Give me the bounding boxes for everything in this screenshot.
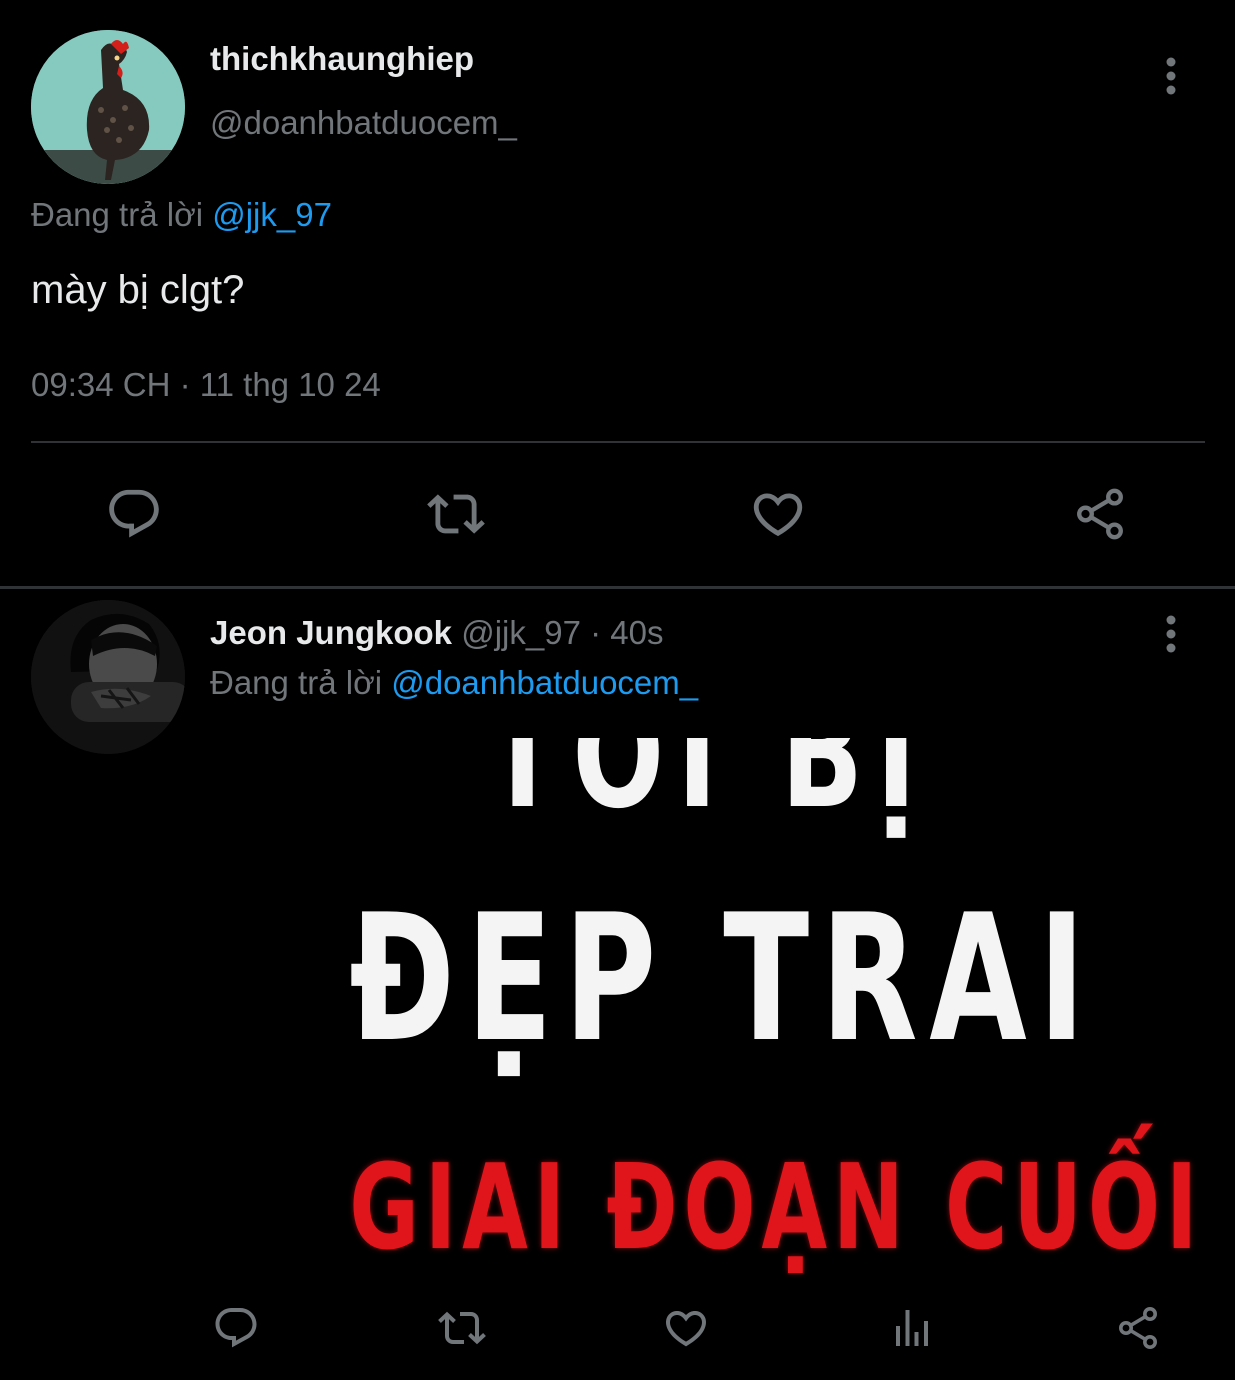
like-button[interactable] xyxy=(746,482,810,546)
replying-to-label: Đang trả lời xyxy=(210,664,383,701)
more-options-icon[interactable] xyxy=(1156,614,1186,654)
person-avatar-image xyxy=(31,600,185,754)
display-name[interactable]: Jeon Jungkook xyxy=(210,614,452,651)
like-icon xyxy=(753,493,803,537)
retweet-icon xyxy=(438,1311,486,1345)
rooster-avatar-image xyxy=(31,30,185,184)
user-handle[interactable]: @doanhbatduocem_ xyxy=(210,104,517,142)
display-name[interactable]: thichkhaunghiep xyxy=(210,40,474,78)
retweet-icon xyxy=(427,494,485,534)
tweet-header: Jeon Jungkook @jjk_97 · 40s xyxy=(210,614,664,652)
more-options-icon[interactable] xyxy=(1156,56,1186,96)
replying-to: Đang trả lời @doanhbatduocem_ xyxy=(210,664,698,702)
meme-text-line-2: ĐẸP TRAI xyxy=(349,878,1097,1081)
divider xyxy=(31,441,1205,443)
retweet-button[interactable] xyxy=(434,1300,490,1356)
avatar[interactable] xyxy=(31,600,185,754)
tweet-separator xyxy=(0,586,1235,589)
reply-icon xyxy=(109,489,159,538)
reply-icon xyxy=(215,1308,257,1348)
share-icon xyxy=(1077,488,1123,540)
views-button[interactable] xyxy=(884,1300,940,1356)
like-button[interactable] xyxy=(658,1300,714,1356)
tweet-age[interactable]: 40s xyxy=(610,614,663,651)
like-icon xyxy=(665,1311,707,1347)
user-handle[interactable]: @jjk_97 xyxy=(461,614,581,651)
avatar[interactable] xyxy=(31,30,185,184)
separator-dot: · xyxy=(590,614,602,651)
replying-to: Đang trả lời @jjk_97 xyxy=(31,196,332,234)
tweet-media-image[interactable]: TÔI BỊ ĐẸP TRAI GIAI ĐOẠN CUỐI xyxy=(210,738,1205,1278)
tweet-timestamp[interactable]: 09:34 CH · 11 thg 10 24 xyxy=(31,366,381,404)
meme-text-line-1: TÔI BỊ xyxy=(485,738,930,842)
replying-to-label: Đang trả lời xyxy=(31,196,204,233)
reply-mention-link[interactable]: @jjk_97 xyxy=(212,196,332,233)
meme-text-line-3: GIAI ĐOẠN CUỐI xyxy=(349,1138,1204,1276)
retweet-button[interactable] xyxy=(424,482,488,546)
reply-mention-link[interactable]: @doanhbatduocem_ xyxy=(391,664,698,701)
tweet-text: mày bị clgt? xyxy=(31,268,245,312)
share-button[interactable] xyxy=(1110,1300,1166,1356)
share-icon xyxy=(1119,1307,1157,1349)
reply-button[interactable] xyxy=(208,1300,264,1356)
share-button[interactable] xyxy=(1068,482,1132,546)
reply-button[interactable] xyxy=(102,482,166,546)
views-icon xyxy=(896,1310,928,1346)
